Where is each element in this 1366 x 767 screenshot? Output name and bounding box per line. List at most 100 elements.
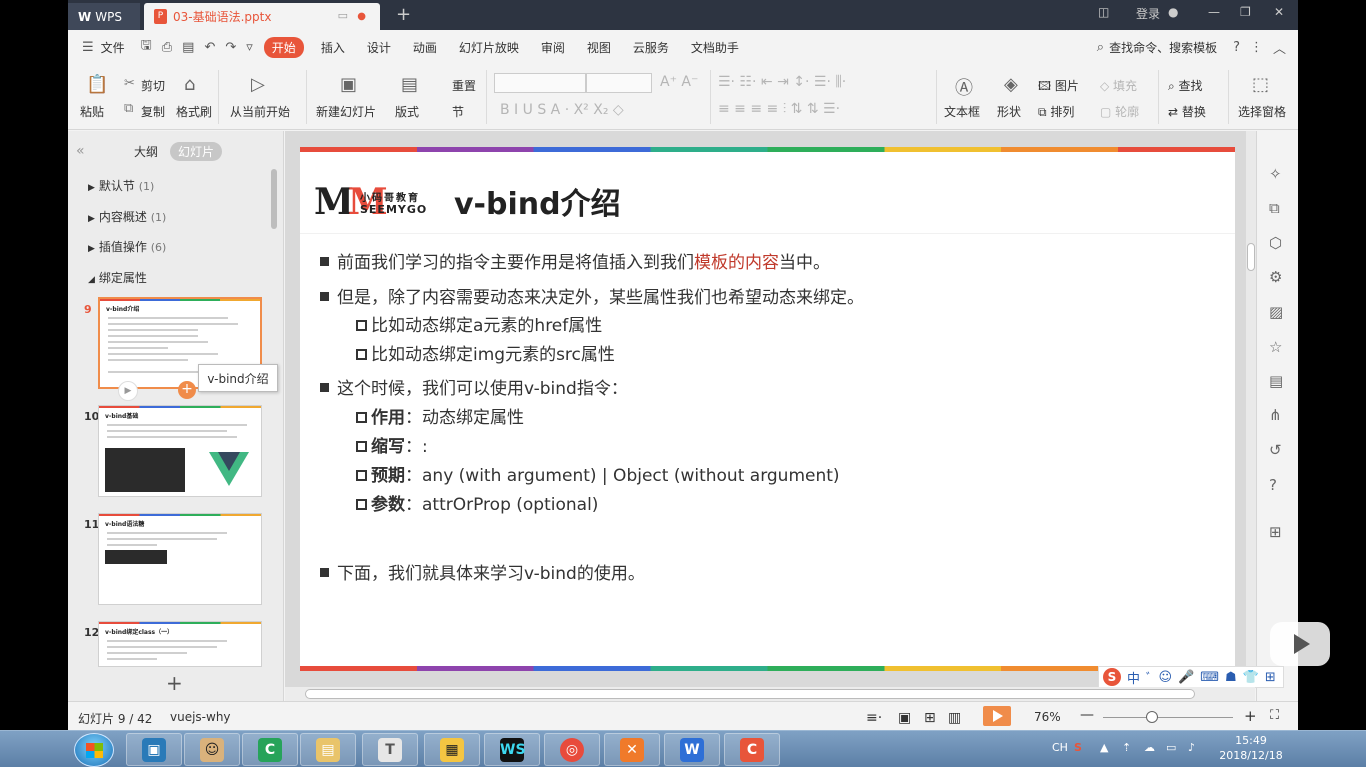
layout-icon[interactable]: ▤ xyxy=(401,74,418,95)
restore-icon[interactable]: ❐ xyxy=(1240,5,1251,19)
play-slide-icon[interactable]: ▶ xyxy=(118,381,138,401)
share-icon[interactable]: ⋔ xyxy=(1269,406,1282,424)
cut-button[interactable]: 剪切 xyxy=(141,77,165,94)
settings-icon[interactable]: ⚙ xyxy=(1269,268,1282,286)
format-painter-button[interactable]: 格式刷 xyxy=(176,103,212,120)
document-tab[interactable]: P 03-基础语法.pptx ▭ ● xyxy=(144,3,380,30)
cut-icon[interactable]: ✂ xyxy=(124,76,135,91)
taskbar-app-2[interactable]: ☺ xyxy=(184,733,240,766)
undo-icon[interactable]: ↶ xyxy=(204,40,215,55)
new-tab-button[interactable]: + xyxy=(396,4,411,25)
taskbar-app-5[interactable]: T xyxy=(362,733,418,766)
emoji-icon[interactable]: ☺ xyxy=(1159,670,1173,685)
fit-window-icon[interactable]: ⛶ xyxy=(1270,708,1279,723)
pin-icon[interactable]: ✧ xyxy=(1269,165,1282,183)
mic-icon[interactable]: 🎤 xyxy=(1178,670,1194,685)
punct-icon[interactable]: ﾞ xyxy=(1146,668,1153,687)
menu-home[interactable]: 开始 xyxy=(263,36,304,58)
taskbar-app-3[interactable]: C xyxy=(242,733,298,766)
theme-name[interactable]: vuejs-why xyxy=(170,710,231,724)
canvas-vertical-scrollbar[interactable] xyxy=(1246,131,1256,687)
grid-icon[interactable]: ⊞ xyxy=(1269,523,1282,541)
shirt-icon[interactable]: 👕 xyxy=(1243,670,1259,685)
zoom-level[interactable]: 76% xyxy=(1034,710,1061,724)
replace-button[interactable]: ⇄ 替换 xyxy=(1168,103,1206,120)
section-bind-attr[interactable]: ◢ 绑定属性 xyxy=(88,269,147,286)
command-search[interactable]: 查找命令、搜索模板 xyxy=(1109,39,1228,56)
history-icon[interactable]: ↺ xyxy=(1269,441,1282,459)
star-icon[interactable]: ☆ xyxy=(1269,338,1282,356)
object-icon[interactable]: ⧉ xyxy=(1269,199,1280,217)
slide-thumbnail-10[interactable]: v-bind基础 xyxy=(98,405,262,497)
add-slide-icon[interactable]: + xyxy=(178,381,196,399)
start-button[interactable] xyxy=(74,733,114,767)
format-painter-icon[interactable]: ⌂ xyxy=(184,74,195,95)
menu-animation[interactable]: 动画 xyxy=(402,39,448,56)
menu-insert[interactable]: 插入 xyxy=(310,39,356,56)
wps-home-tab[interactable]: W WPS xyxy=(68,3,140,30)
tray-app-icon[interactable]: ⇡ xyxy=(1122,741,1131,754)
slide-thumbnail-11[interactable]: v-bind语法糖 xyxy=(98,513,262,605)
scroll-thumb[interactable] xyxy=(305,689,1195,699)
menu-assistant[interactable]: 文档助手 xyxy=(680,39,750,56)
shape-style-icon[interactable]: ⬡ xyxy=(1269,234,1282,252)
zoom-in-icon[interactable]: + xyxy=(1244,707,1257,725)
canvas-horizontal-scrollbar[interactable] xyxy=(285,687,1255,701)
menu-design[interactable]: 设计 xyxy=(356,39,402,56)
print-icon[interactable]: ⎙ xyxy=(162,40,172,55)
tray-cloud-icon[interactable]: ☁ xyxy=(1144,741,1155,754)
taskbar-app-11[interactable]: C xyxy=(724,733,780,766)
new-slide-button[interactable]: 新建幻灯片 xyxy=(316,103,376,120)
arrange-button[interactable]: ⧉ 排列 xyxy=(1038,103,1074,120)
system-clock[interactable]: 15:49 2018/12/18 xyxy=(1216,733,1286,763)
paste-button[interactable]: 粘贴 xyxy=(80,103,104,120)
avatar-icon[interactable]: ● xyxy=(1168,5,1178,19)
layout-button[interactable]: 版式 xyxy=(395,103,419,120)
help-icon[interactable]: ? xyxy=(1233,40,1240,55)
menu-cloud[interactable]: 云服务 xyxy=(622,39,680,56)
zoom-slider-knob[interactable] xyxy=(1146,711,1158,723)
section-button[interactable]: 节 xyxy=(452,103,464,120)
new-slide-icon[interactable]: ▣ xyxy=(340,74,357,95)
fill-button[interactable]: ◇ 填充 xyxy=(1100,77,1137,94)
more-icon[interactable]: ⋮ xyxy=(1250,40,1263,55)
file-menu[interactable]: 文件 xyxy=(99,39,136,56)
redo-icon[interactable]: ↷ xyxy=(225,40,236,55)
shape-button[interactable]: 形状 xyxy=(997,103,1021,120)
picture-button[interactable]: 🖾 图片 xyxy=(1038,77,1079,98)
scroll-thumb[interactable] xyxy=(1247,243,1255,271)
shape-icon[interactable]: ◈ xyxy=(1004,74,1018,95)
slideshow-play-button[interactable] xyxy=(983,706,1011,726)
notes-icon[interactable]: ≡· xyxy=(866,710,882,726)
help-circle-icon[interactable]: ? xyxy=(1269,476,1277,494)
slide-thumbnail-12[interactable]: v-bind绑定class（一） xyxy=(98,621,262,667)
normal-view-icon[interactable]: ▣ xyxy=(898,710,911,726)
menu-view[interactable]: 视图 xyxy=(576,39,622,56)
save-icon[interactable]: 🖫 xyxy=(141,36,152,58)
archive-icon[interactable]: ▤ xyxy=(1269,372,1283,390)
tab-outline[interactable]: 大纲 xyxy=(134,143,158,160)
keyboard-icon[interactable]: ⌨ xyxy=(1200,670,1219,685)
volume-icon[interactable]: ♪ xyxy=(1188,741,1195,754)
add-slide-button[interactable]: + xyxy=(166,671,183,695)
show-hidden-icon[interactable]: ▲ xyxy=(1100,741,1108,754)
close-icon[interactable]: ✕ xyxy=(1274,5,1284,19)
text-style-icons[interactable]: B I U S A · X² X₂ ◇ xyxy=(500,102,624,118)
taskbar-app-10[interactable]: W xyxy=(664,733,720,766)
copy-icon[interactable]: ⧉ xyxy=(124,101,133,116)
play-from-current-icon[interactable]: ▷ xyxy=(251,74,265,95)
input-language[interactable]: CH xyxy=(1052,741,1068,754)
search-icon[interactable]: ⌕ xyxy=(1097,40,1104,55)
collapse-ribbon-icon[interactable]: ︿ xyxy=(1273,38,1286,57)
select-pane-icon[interactable]: ⬚ xyxy=(1252,74,1269,95)
slide[interactable]: MM 小码哥教育 SEEMYGO v-bind介绍 前面我们学习的指令主要作用是… xyxy=(300,147,1235,671)
menu-slideshow[interactable]: 幻灯片放映 xyxy=(448,39,530,56)
align-icons[interactable]: ≡ ≡ ≡ ≡ ⫶ ⇅ ⇅ ☰· xyxy=(718,101,840,117)
taskbar-app-1[interactable]: ▣ xyxy=(126,733,182,766)
select-pane-button[interactable]: 选择窗格 xyxy=(1238,103,1286,120)
outline-button[interactable]: ▢ 轮廓 xyxy=(1100,103,1139,120)
login-link[interactable]: 登录 xyxy=(1136,5,1160,22)
from-current-button[interactable]: 从当前开始 xyxy=(230,103,290,120)
font-family-select[interactable] xyxy=(494,73,586,93)
ime-mode[interactable]: 中 xyxy=(1127,668,1140,687)
